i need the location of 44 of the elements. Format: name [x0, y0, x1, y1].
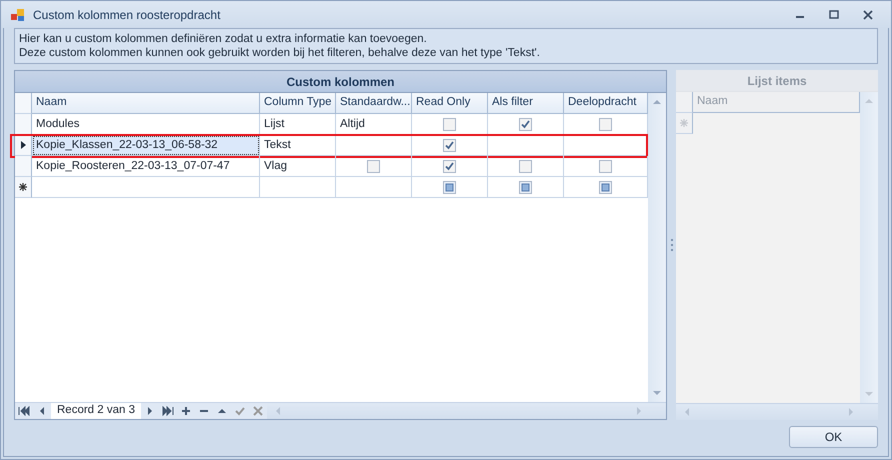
column-header[interactable]: Deelopdracht: [564, 93, 648, 114]
record-counter: Record 2 van 3: [51, 403, 141, 419]
table-cell: Kopie_Roosteren_22-03-13_07-07-47: [32, 156, 260, 177]
table-cell: Tekst: [260, 135, 336, 156]
checkbox[interactable]: [519, 180, 532, 194]
close-icon[interactable]: [863, 10, 873, 20]
column-header[interactable]: Column Type: [260, 93, 336, 114]
new-row-icon: [19, 183, 27, 191]
table-cell: Altijd: [336, 114, 412, 135]
checkbox[interactable]: [519, 118, 532, 130]
checkbox[interactable]: [367, 160, 380, 172]
current-row-icon: [20, 141, 26, 149]
table-cell: Vlag: [260, 156, 336, 177]
scroll-up-icon[interactable]: [652, 97, 662, 107]
list-title: Lijst items: [676, 70, 878, 92]
app-icon: [11, 8, 25, 22]
table-cell: Lijst: [260, 114, 336, 135]
scroll-down-icon[interactable]: [652, 388, 662, 398]
row-header[interactable]: [15, 177, 32, 198]
ok-button[interactable]: OK: [789, 426, 878, 448]
grid-title: Custom kolommen: [15, 71, 666, 93]
row-header[interactable]: [15, 135, 32, 156]
checkbox[interactable]: [519, 160, 532, 172]
checkbox[interactable]: [443, 160, 456, 172]
checkbox[interactable]: [599, 118, 612, 130]
checkbox[interactable]: [599, 160, 612, 172]
checkbox[interactable]: [599, 180, 612, 194]
column-header[interactable]: Standaardw...: [336, 93, 412, 114]
new-row-icon: [680, 119, 688, 127]
table-cell: Modules: [32, 114, 260, 135]
vertical-scrollbar[interactable]: [648, 93, 666, 402]
info-text: Deze custom kolommen kunnen ook gebruikt worden bij het filteren, behalve deze van het type 'Tekst'.: [19, 46, 541, 60]
window-title: Custom kolommen roosteropdracht: [33, 8, 222, 22]
column-header[interactable]: Naam: [32, 93, 260, 114]
scroll-right-icon[interactable]: [634, 406, 644, 416]
table-cell: Kopie_Klassen_22-03-13_06-58-32: [32, 135, 260, 156]
checkbox[interactable]: [443, 180, 456, 194]
column-header[interactable]: Read Only: [412, 93, 488, 114]
maximize-icon[interactable]: [829, 10, 839, 20]
scroll-right-icon[interactable]: [846, 407, 856, 417]
info-text: Hier kan u custom kolommen definiëren zodat u extra informatie kan toevoegen.: [19, 32, 428, 46]
column-header[interactable]: Als filter: [488, 93, 564, 114]
checkbox[interactable]: [443, 138, 456, 152]
checkbox[interactable]: [443, 118, 456, 130]
